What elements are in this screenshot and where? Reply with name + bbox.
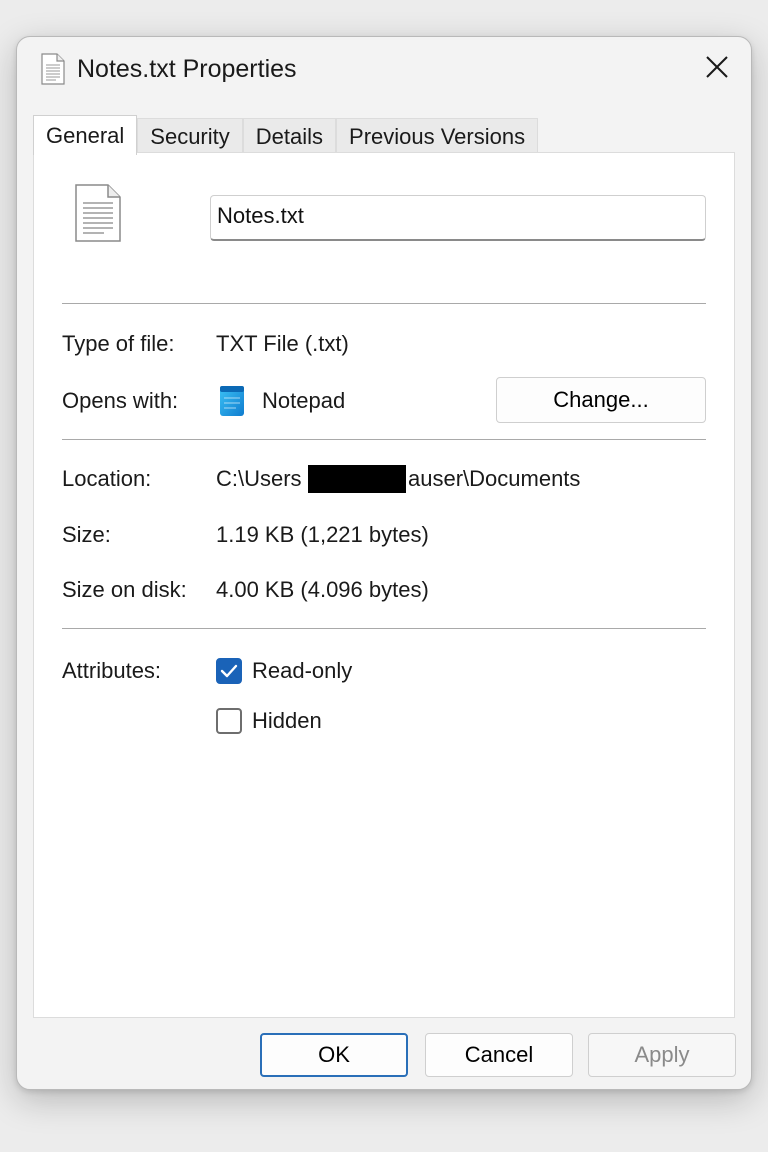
- text-file-icon: [41, 53, 65, 85]
- type-of-file-value: TXT File (.txt): [216, 331, 349, 356]
- size-label: Size:: [62, 522, 111, 547]
- tab-strip: General Security Details Previous Versio…: [33, 115, 539, 155]
- redacted-username: [308, 465, 406, 493]
- title-bar: Notes.txt Properties: [17, 37, 751, 101]
- size-on-disk-label: Size on disk:: [62, 577, 187, 602]
- tab-general[interactable]: General: [33, 115, 138, 155]
- type-of-file-label: Type of file:: [62, 331, 175, 356]
- window-title: Notes.txt Properties: [77, 55, 297, 83]
- size-on-disk-value: 4.00 KB (4.096 bytes): [216, 577, 429, 602]
- opens-with-app: Notepad: [262, 388, 346, 413]
- hidden-checkbox[interactable]: [216, 708, 242, 734]
- apply-button[interactable]: Apply: [588, 1033, 736, 1077]
- divider: [62, 439, 706, 440]
- location-value-suffix: auser\Documents: [408, 466, 581, 491]
- hidden-label[interactable]: Hidden: [252, 707, 322, 735]
- size-value: 1.19 KB (1,221 bytes): [216, 522, 429, 547]
- opens-with-label: Opens with:: [62, 388, 179, 413]
- tab-security[interactable]: Security: [137, 118, 243, 154]
- checkmark-icon: [220, 664, 238, 678]
- close-button[interactable]: [697, 49, 737, 89]
- properties-dialog: Notes.txt Properties General Security De…: [16, 36, 752, 1090]
- read-only-label[interactable]: Read-only: [252, 657, 352, 685]
- ok-button[interactable]: OK: [260, 1033, 408, 1077]
- tab-details[interactable]: Details: [242, 118, 337, 154]
- general-panel: Type of file: TXT File (.txt) Opens with…: [33, 152, 735, 1018]
- dialog-buttons: OK Cancel Apply: [17, 1031, 751, 1079]
- tab-previous-versions[interactable]: Previous Versions: [336, 118, 539, 154]
- change-button[interactable]: Change...: [496, 377, 706, 423]
- attributes-label: Attributes:: [62, 658, 162, 683]
- file-name-input[interactable]: [210, 195, 706, 241]
- notepad-icon: [218, 383, 246, 417]
- location-label: Location:: [62, 466, 152, 491]
- divider: [62, 628, 706, 629]
- cancel-button[interactable]: Cancel: [425, 1033, 573, 1077]
- divider: [62, 303, 706, 304]
- text-document-icon: [74, 183, 122, 243]
- close-icon: [705, 55, 729, 84]
- read-only-checkbox[interactable]: [216, 658, 242, 684]
- location-value-prefix: C:\Users: [216, 466, 302, 491]
